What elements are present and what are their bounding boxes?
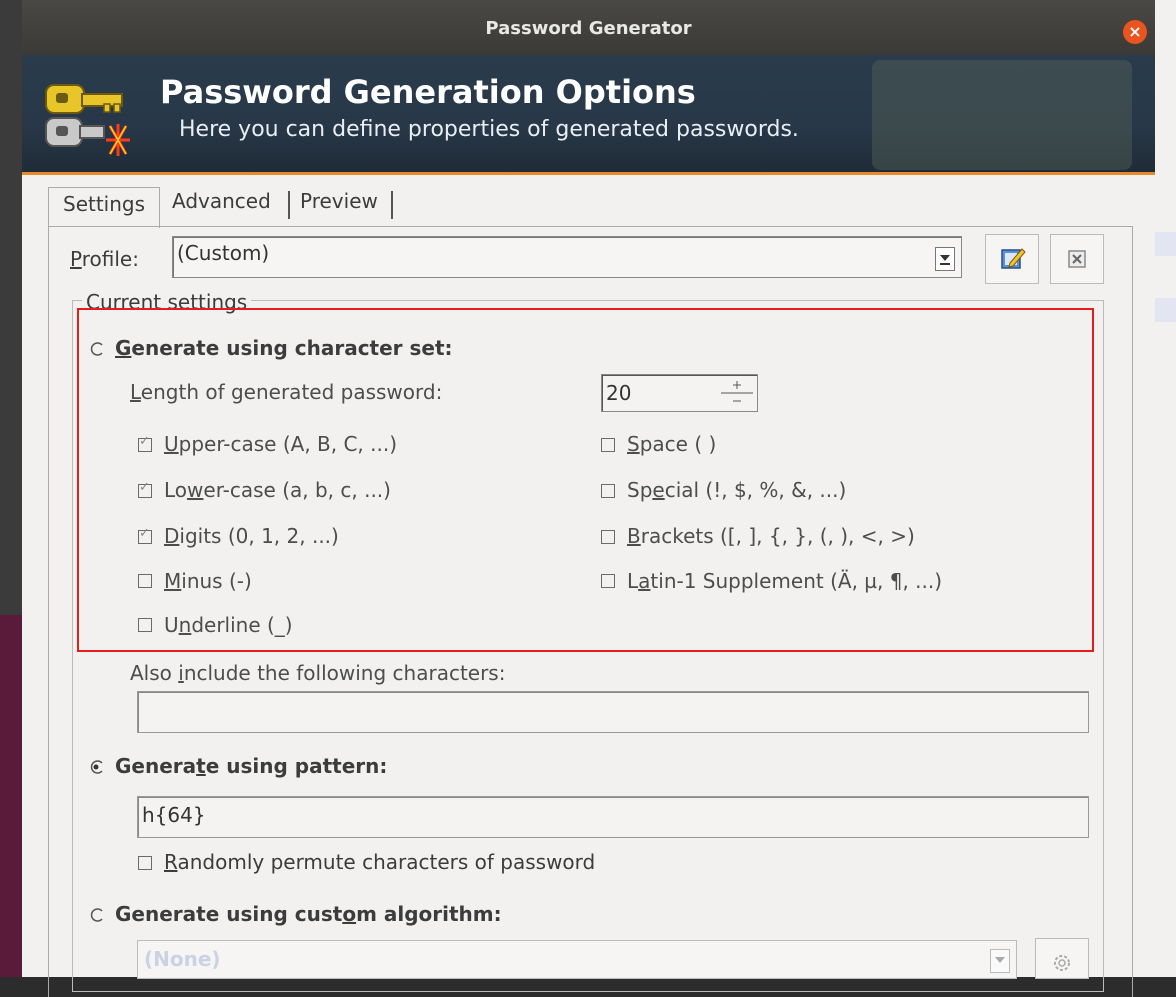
space-label[interactable]: Space ( ) bbox=[627, 432, 716, 456]
banner-decoration bbox=[872, 60, 1132, 170]
desktop-left-edge-bottom bbox=[0, 615, 22, 977]
length-value: 20 bbox=[606, 381, 632, 405]
also-include-input[interactable] bbox=[137, 691, 1089, 733]
space-checkbox[interactable] bbox=[601, 438, 615, 452]
tab-separator bbox=[288, 191, 290, 219]
tab-settings[interactable]: Settings bbox=[48, 187, 161, 228]
keys-icon bbox=[44, 80, 134, 160]
latin1-label[interactable]: Latin-1 Supplement (Ä, µ, ¶, ...) bbox=[627, 569, 942, 593]
close-button[interactable]: × bbox=[1123, 20, 1147, 44]
length-label: Length of generated password: bbox=[130, 380, 443, 404]
custom-algorithm-label[interactable]: Generate using custom algorithm: bbox=[115, 902, 502, 926]
pattern-radio[interactable] bbox=[90, 760, 104, 774]
close-icon: × bbox=[1128, 22, 1142, 41]
lowercase-label[interactable]: Lower-case (a, b, c, ...) bbox=[164, 478, 391, 502]
charset-radio-label[interactable]: Generate using character set: bbox=[115, 336, 453, 360]
chevron-down-icon[interactable] bbox=[935, 247, 955, 271]
tab-advanced[interactable]: Advanced bbox=[172, 189, 271, 213]
banner-title: Password Generation Options bbox=[160, 73, 696, 111]
tab-separator bbox=[391, 191, 393, 219]
charset-radio[interactable] bbox=[90, 342, 104, 356]
permute-checkbox[interactable] bbox=[138, 856, 152, 870]
window-title: Password Generator bbox=[485, 18, 692, 39]
profile-value: (Custom) bbox=[177, 241, 270, 265]
edit-icon bbox=[1001, 248, 1026, 269]
brackets-checkbox[interactable] bbox=[601, 530, 615, 544]
background-row bbox=[1154, 232, 1176, 256]
gear-icon bbox=[1054, 955, 1070, 971]
custom-algorithm-radio[interactable] bbox=[90, 908, 104, 922]
desktop-right-edge bbox=[1153, 0, 1176, 977]
background-row bbox=[1154, 298, 1176, 322]
minus-label[interactable]: Minus (-) bbox=[164, 569, 252, 593]
delete-icon bbox=[1068, 250, 1086, 268]
profile-select[interactable]: (Custom) bbox=[172, 236, 962, 278]
uppercase-label[interactable]: Upper-case (A, B, C, ...) bbox=[164, 432, 397, 456]
chevron-down-icon[interactable] bbox=[990, 949, 1010, 973]
save-profile-button[interactable] bbox=[985, 234, 1039, 284]
latin1-checkbox[interactable] bbox=[601, 574, 615, 588]
delete-profile-button[interactable] bbox=[1050, 234, 1104, 284]
algorithm-settings-button[interactable] bbox=[1035, 938, 1089, 979]
header-banner: Password Generation Options Here you can… bbox=[22, 55, 1155, 175]
tab-preview[interactable]: Preview bbox=[300, 189, 378, 213]
pattern-radio-label[interactable]: Generate using pattern: bbox=[115, 754, 387, 778]
length-spinner[interactable]: 20 bbox=[601, 374, 758, 412]
uppercase-checkbox[interactable] bbox=[138, 434, 152, 452]
custom-algorithm-select[interactable]: (None) bbox=[137, 940, 1017, 979]
brackets-label[interactable]: Brackets ([, ], {, }, (, ), <, >) bbox=[627, 524, 915, 548]
profile-label: Profile: bbox=[70, 247, 139, 271]
password-generator-window: Password Generator × Password Generation… bbox=[22, 0, 1155, 997]
digits-checkbox[interactable] bbox=[138, 526, 152, 544]
also-include-label: Also include the following characters: bbox=[130, 661, 506, 685]
custom-algorithm-value: (None) bbox=[144, 947, 221, 971]
lowercase-checkbox[interactable] bbox=[138, 480, 152, 498]
title-bar: Password Generator × bbox=[22, 0, 1155, 55]
minus-checkbox[interactable] bbox=[138, 574, 152, 588]
digits-label[interactable]: Digits (0, 1, 2, ...) bbox=[164, 524, 339, 548]
permute-label[interactable]: Randomly permute characters of password bbox=[164, 850, 595, 874]
special-label[interactable]: Special (!, $, %, &, ...) bbox=[627, 478, 846, 502]
underline-checkbox[interactable] bbox=[138, 618, 152, 632]
special-checkbox[interactable] bbox=[601, 484, 615, 498]
underline-label[interactable]: Underline (_) bbox=[164, 613, 293, 637]
pattern-value: h{64} bbox=[142, 803, 206, 827]
banner-subtitle: Here you can define properties of genera… bbox=[179, 117, 799, 142]
spin-buttons-icon[interactable] bbox=[719, 377, 755, 409]
pattern-input[interactable]: h{64} bbox=[137, 796, 1089, 838]
